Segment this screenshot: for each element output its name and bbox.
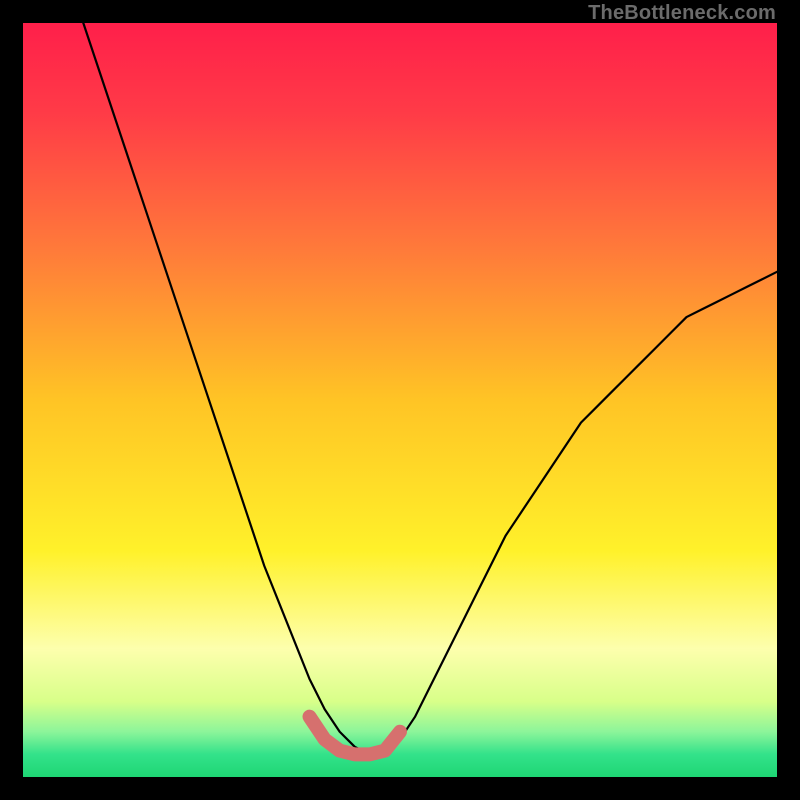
curve-layer: [23, 23, 777, 777]
plot-area: [23, 23, 777, 777]
watermark-text: TheBottleneck.com: [588, 2, 776, 25]
optimum-marker: [310, 717, 400, 755]
bottleneck-curve: [83, 23, 777, 754]
chart-container: TheBottleneck.com: [0, 0, 800, 800]
